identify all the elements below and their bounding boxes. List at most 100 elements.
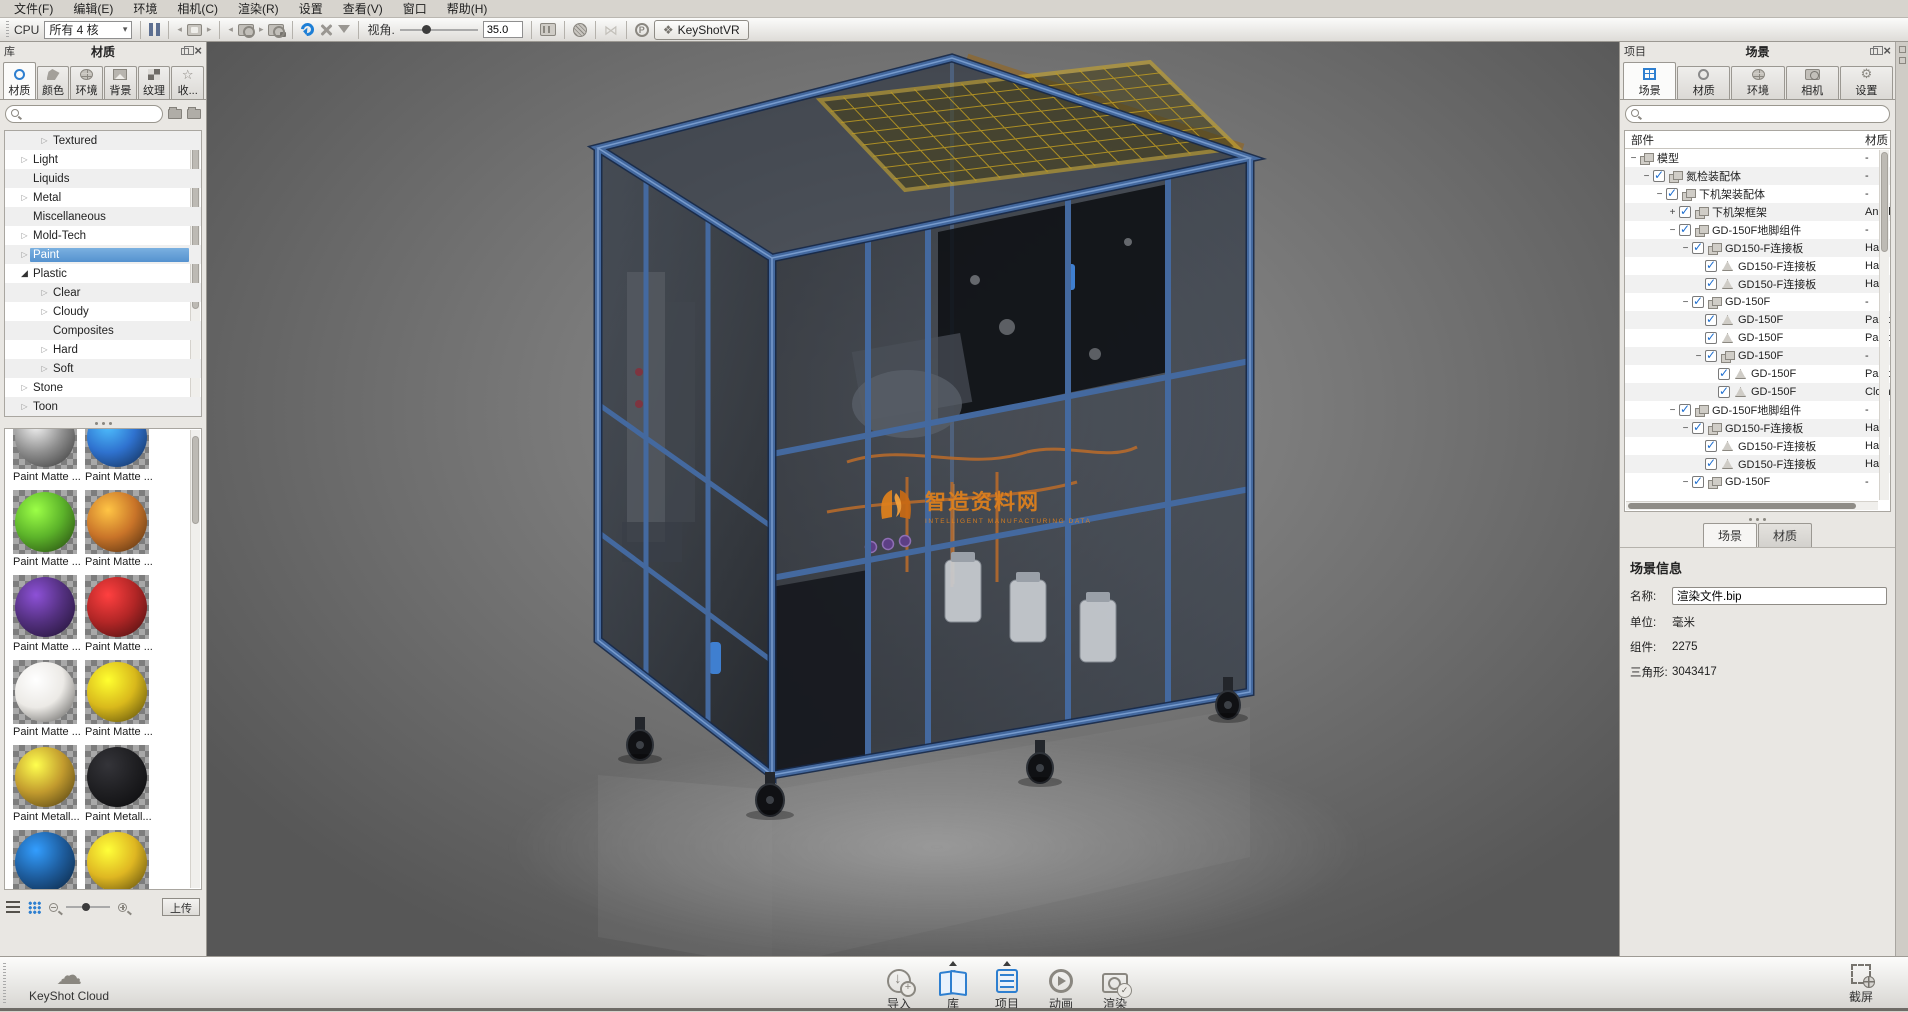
tab-环境[interactable]: 环境 bbox=[70, 66, 103, 99]
visibility-checkbox[interactable] bbox=[1692, 422, 1704, 434]
plugin-link-icon[interactable]: P bbox=[635, 23, 649, 37]
prev-animation-icon[interactable]: ◂ bbox=[177, 24, 182, 35]
next-animation-icon[interactable]: ▸ bbox=[207, 24, 212, 35]
library-tree-item[interactable]: ▷Light bbox=[5, 150, 201, 169]
tree-collapsed-icon[interactable]: ▷ bbox=[39, 136, 50, 145]
collapse-icon[interactable]: − bbox=[1681, 423, 1690, 434]
import-folder-icon[interactable] bbox=[187, 109, 201, 119]
scene-tree-row[interactable]: GD-150FPaint bbox=[1625, 365, 1890, 383]
pause-button[interactable] bbox=[149, 23, 160, 36]
tree-collapsed-icon[interactable]: ▷ bbox=[39, 364, 50, 373]
collapse-icon[interactable]: − bbox=[1642, 171, 1651, 182]
material-thumbnail[interactable]: Paint Matte ... bbox=[85, 569, 157, 654]
bottombar-item-动画[interactable]: 动画 bbox=[1040, 960, 1082, 1012]
region-render-icon[interactable] bbox=[540, 23, 556, 36]
library-tree-item[interactable]: Miscellaneous bbox=[5, 207, 201, 226]
menu-item[interactable]: 窗口 bbox=[393, 0, 437, 18]
scene-tree-row[interactable]: −模型- bbox=[1625, 149, 1890, 167]
close-panel-icon[interactable]: × bbox=[194, 46, 202, 56]
tree-collapsed-icon[interactable]: ▷ bbox=[19, 231, 30, 240]
library-tree-item[interactable]: ▷Stone bbox=[5, 378, 201, 397]
cpu-cores-dropdown[interactable]: 所有 4 核 ▾ bbox=[44, 21, 132, 39]
visibility-checkbox[interactable] bbox=[1679, 224, 1691, 236]
scene-tree-row[interactable]: −GD-150F- bbox=[1625, 473, 1890, 491]
tree-collapsed-icon[interactable]: ▷ bbox=[19, 250, 30, 259]
material-thumbnail[interactable]: Paint Metall... bbox=[13, 739, 85, 824]
visibility-checkbox[interactable] bbox=[1705, 350, 1717, 362]
library-tree-item[interactable]: Composites bbox=[5, 321, 201, 340]
upload-button[interactable]: 上传 bbox=[162, 898, 200, 916]
bottom-tab-材质[interactable]: 材质 bbox=[1758, 523, 1812, 547]
dolly-camera-icon[interactable] bbox=[338, 25, 350, 39]
tumble-camera-icon[interactable] bbox=[299, 20, 317, 38]
visibility-checkbox[interactable] bbox=[1692, 242, 1704, 254]
scene-tree-row[interactable]: −GD-150F- bbox=[1625, 293, 1890, 311]
zoom-in-icon[interactable] bbox=[118, 903, 127, 912]
collapse-icon[interactable]: − bbox=[1694, 351, 1703, 362]
expand-icon[interactable]: + bbox=[1668, 207, 1677, 218]
collapse-icon[interactable]: − bbox=[1681, 297, 1690, 308]
library-search-input[interactable] bbox=[26, 107, 158, 121]
library-tree-item[interactable]: ▷Hard bbox=[5, 340, 201, 359]
scene-tree-row[interactable]: GD-150FPaint bbox=[1625, 311, 1890, 329]
tab-场景[interactable]: 场景 bbox=[1623, 62, 1676, 99]
scene-tree-row[interactable]: −下机架装配体- bbox=[1625, 185, 1890, 203]
visibility-checkbox[interactable] bbox=[1679, 206, 1691, 218]
bottombar-drag-handle[interactable] bbox=[3, 963, 6, 1005]
scene-tree-row[interactable]: GD150-F连接板Hard I bbox=[1625, 275, 1890, 293]
bottombar-item-导入[interactable]: 导入 bbox=[878, 960, 920, 1012]
material-thumbnail[interactable]: Paint Matte ... bbox=[13, 428, 85, 484]
tree-collapsed-icon[interactable]: ▷ bbox=[19, 193, 30, 202]
tree-collapsed-icon[interactable]: ▷ bbox=[19, 383, 30, 392]
library-tree-item[interactable]: ▷Textured bbox=[5, 131, 201, 150]
fov-input[interactable] bbox=[483, 21, 523, 38]
menu-item[interactable]: 文件(F) bbox=[4, 0, 63, 18]
animation-frames-icon[interactable] bbox=[187, 24, 202, 36]
float-panel-icon[interactable] bbox=[1870, 48, 1878, 55]
render-viewport[interactable]: 智造资料网 INTELLIGENT MANUFACTURING DATA bbox=[207, 42, 1619, 956]
library-tree-item[interactable]: ▷Paint bbox=[5, 245, 201, 264]
grid-view-icon[interactable] bbox=[28, 901, 41, 914]
scene-tree-row[interactable]: GD-150FPaint bbox=[1625, 329, 1890, 347]
tab-纹理[interactable]: 纹理 bbox=[138, 66, 171, 99]
menu-item[interactable]: 渲染(R) bbox=[228, 0, 289, 18]
scene-tree-row[interactable]: −GD150-F连接板Hard I bbox=[1625, 239, 1890, 257]
pan-camera-icon[interactable] bbox=[319, 23, 333, 37]
menu-item[interactable]: 帮助(H) bbox=[437, 0, 498, 18]
tree-collapsed-icon[interactable]: ▷ bbox=[39, 345, 50, 354]
menu-item[interactable]: 环境 bbox=[123, 0, 167, 18]
float-panel-icon[interactable] bbox=[181, 48, 189, 55]
library-tree-item[interactable]: ▷Toon bbox=[5, 397, 201, 416]
menu-item[interactable]: 设置 bbox=[289, 0, 333, 18]
library-tree-item[interactable]: ▷Soft bbox=[5, 359, 201, 378]
scene-tree-row[interactable]: −GD150-F连接板Hard I bbox=[1625, 419, 1890, 437]
material-thumbnail[interactable]: Paint Matte ... bbox=[13, 484, 85, 569]
keyshot-cloud-button[interactable]: ☁ KeyShot Cloud bbox=[14, 961, 124, 1003]
material-thumbnail[interactable]: Paint Matte ... bbox=[85, 428, 157, 484]
close-panel-icon[interactable]: × bbox=[1883, 46, 1891, 56]
right-dock-strip[interactable] bbox=[1895, 42, 1908, 1011]
tree-collapsed-icon[interactable]: ▷ bbox=[19, 155, 30, 164]
tab-材质[interactable]: 材质 bbox=[1677, 66, 1730, 99]
project-search-input[interactable] bbox=[1646, 107, 1885, 121]
tab-相机[interactable]: 相机 bbox=[1786, 66, 1839, 99]
tree-expanded-icon[interactable]: ◢ bbox=[19, 268, 30, 279]
library-tree-item[interactable]: ▷Mold-Tech bbox=[5, 226, 201, 245]
prev-camera-icon[interactable]: ◂ bbox=[228, 24, 233, 35]
tree-collapsed-icon[interactable]: ▷ bbox=[19, 402, 30, 411]
tab-设置[interactable]: ⚙设置 bbox=[1840, 66, 1893, 99]
library-tree-item[interactable]: ◢Plastic bbox=[5, 264, 201, 283]
scene-tree-vscrollbar[interactable] bbox=[1879, 150, 1889, 500]
collapse-icon[interactable]: − bbox=[1681, 477, 1690, 488]
tree-collapsed-icon[interactable]: ▷ bbox=[39, 288, 50, 297]
scene-tree-row[interactable]: −氮检装配体- bbox=[1625, 167, 1890, 185]
visibility-checkbox[interactable] bbox=[1705, 278, 1717, 290]
camera-icon[interactable] bbox=[238, 24, 254, 36]
visibility-checkbox[interactable] bbox=[1653, 170, 1665, 182]
fov-slider[interactable] bbox=[400, 29, 478, 31]
collapsed-panel-icon[interactable] bbox=[1899, 46, 1906, 53]
library-tree-item[interactable]: ▷Cloudy bbox=[5, 302, 201, 321]
collapse-icon[interactable]: − bbox=[1629, 153, 1638, 164]
keyshotvr-button[interactable]: ❖ KeyShotVR bbox=[654, 20, 749, 40]
scene-tree-row[interactable]: GD150-F连接板Hard I bbox=[1625, 257, 1890, 275]
